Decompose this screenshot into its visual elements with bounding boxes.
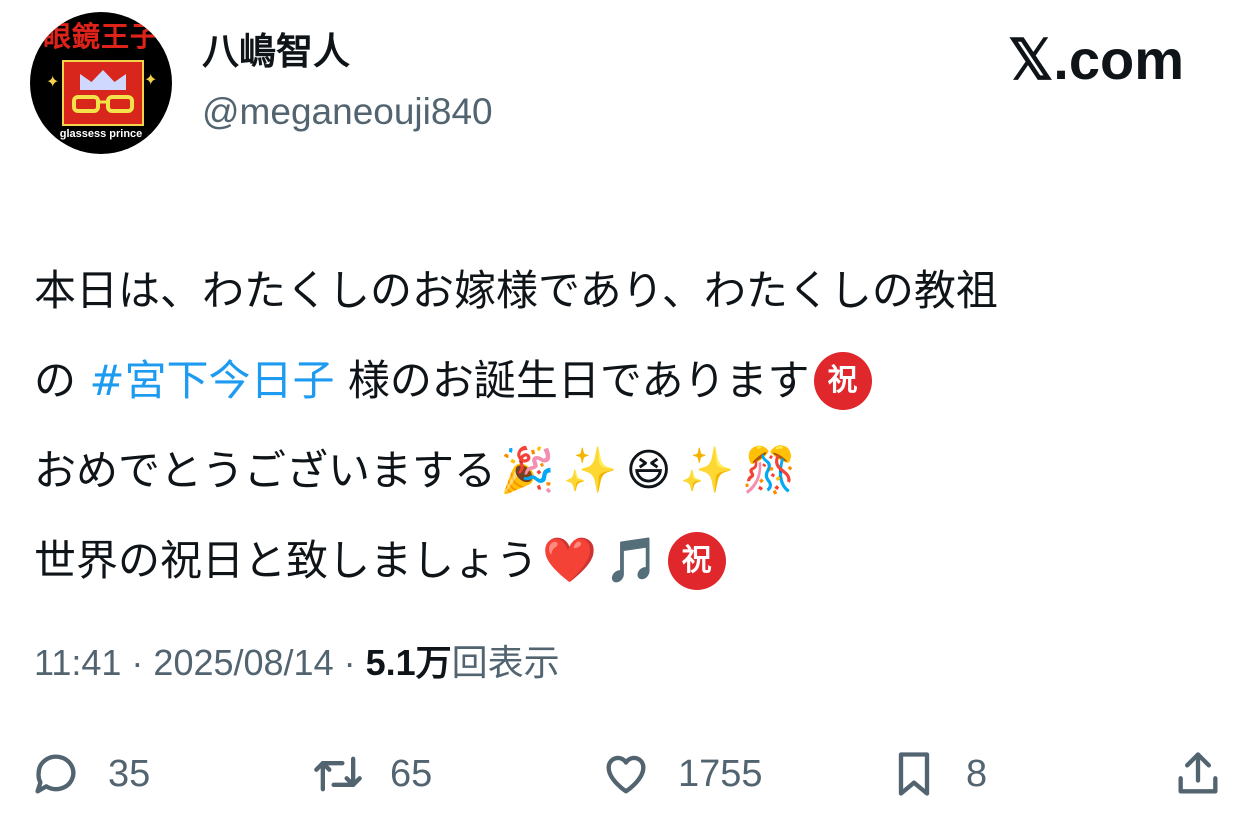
tweet-line: の #宮下今日子 様のお誕生日であります 祝	[34, 336, 1224, 426]
display-name[interactable]: 八嶋智人	[202, 30, 350, 74]
tweet-line-text: の	[34, 356, 90, 405]
repost-count: 65	[390, 752, 433, 795]
tweet-line-text: 様のお誕生日であります	[334, 356, 810, 405]
bookmark-count: 8	[966, 752, 988, 795]
like-button[interactable]: 1755	[600, 742, 763, 806]
tweet-line: 本日は、わたくしのお嫁様であり、わたくしの教祖	[34, 246, 1224, 336]
tweet-meta: 11:41 · 2025/08/14 · 5.1万回表示	[34, 638, 560, 688]
confetti-ball-icon: 🎊	[742, 445, 798, 496]
tweet-text: 本日は、わたくしのお嫁様であり、わたくしの教祖 の #宮下今日子 様のお誕生日で…	[34, 246, 1224, 606]
sparkle-icon: ✦	[144, 70, 158, 89]
party-popper-icon: 🎉	[500, 445, 555, 496]
sparkles-icon: ✨	[562, 445, 618, 496]
reply-icon	[35, 754, 76, 794]
tweet-line-text: 本日は、わたくしのお嫁様であり、わたくしの教祖	[34, 266, 998, 315]
bookmark-button[interactable]: 8	[888, 742, 987, 806]
tweet-date[interactable]: 2025/08/14	[153, 642, 333, 683]
celebration-badge-icon: 祝	[667, 532, 726, 590]
hashtag-link[interactable]: #宮下今日子	[89, 336, 334, 426]
meta-separator: ·	[121, 642, 154, 683]
music-notes-icon: 🎵	[604, 535, 660, 586]
tweet-line-text: おめでとうございまする	[34, 446, 497, 495]
sparkles-icon: ✨	[679, 445, 735, 496]
repost-button[interactable]: 65	[312, 742, 432, 806]
like-count: 1755	[678, 752, 763, 795]
share-button[interactable]	[1172, 742, 1224, 806]
heart-icon: ❤️	[542, 535, 597, 586]
glasses-icon	[72, 95, 134, 113]
bookmark-icon	[898, 752, 930, 796]
tweet-time[interactable]: 11:41	[34, 642, 121, 683]
sparkle-icon: ✦	[46, 72, 60, 91]
meta-separator: ·	[333, 642, 366, 683]
heart-outline-icon	[606, 755, 646, 794]
avatar-subtitle: glassess prince	[59, 128, 143, 140]
crown-icon	[80, 70, 126, 90]
view-label: 回表示	[451, 642, 560, 683]
repost-icon	[314, 756, 362, 792]
reply-count: 35	[108, 752, 151, 795]
action-bar: 35 65 1755 8	[30, 742, 1230, 806]
tweet-line: おめでとうございまする 🎉 ✨ 😆 ✨ 🎊	[34, 426, 1224, 516]
user-handle[interactable]: @meganeouji840	[202, 90, 493, 134]
laughing-face-icon: 😆	[625, 445, 672, 496]
tweet-line-text: 世界の祝日と致しましょう	[34, 536, 539, 585]
x-logo: 𝕏.com	[1008, 28, 1184, 91]
view-count: 5.1万	[365, 642, 452, 683]
reply-button[interactable]: 35	[30, 742, 150, 806]
avatar-emblem	[62, 60, 144, 126]
avatar[interactable]: 眼鏡王子 ✦ ✦ glassess prince	[30, 12, 172, 154]
celebration-badge-icon: 祝	[813, 352, 872, 410]
avatar-title: 眼鏡王子	[42, 20, 159, 53]
share-icon	[1178, 752, 1218, 794]
tweet-line: 世界の祝日と致しましょう ❤️ 🎵 祝	[34, 516, 1224, 606]
